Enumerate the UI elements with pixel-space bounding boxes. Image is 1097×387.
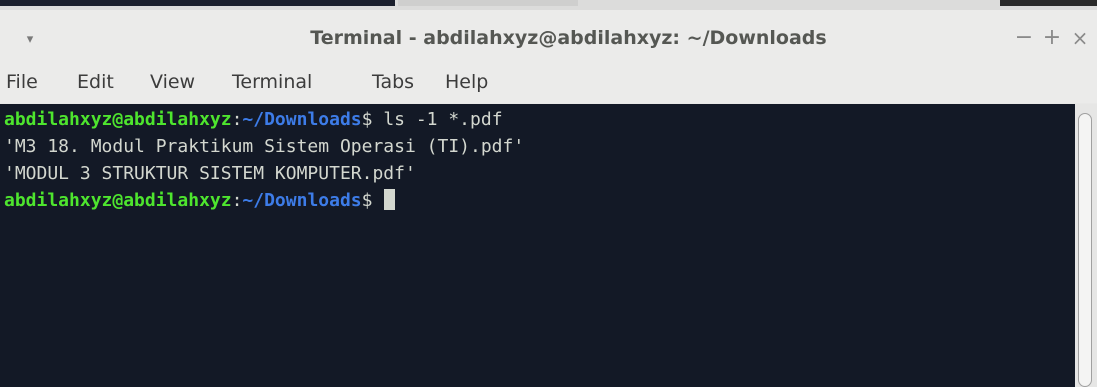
terminal-output-area[interactable]: abdilahxyz@abdilahxyz:~/Downloads$ ls -1… — [0, 104, 1075, 387]
window-title: Terminal - abdilahxyz@abdilahxyz: ~/Down… — [310, 27, 827, 49]
menu-help[interactable]: Help — [445, 71, 488, 93]
menu-edit[interactable]: Edit — [77, 71, 114, 93]
title-bar[interactable]: ▾ Terminal - abdilahxyz@abdilahxyz: ~/Do… — [0, 10, 1097, 65]
output-line: 'M3 18. Modul Praktikum Sistem Operasi (… — [4, 136, 525, 157]
prompt-line: abdilahxyz@abdilahxyz:~/Downloads$ — [4, 187, 1075, 214]
prompt-user: abdilahxyz@abdilahxyz — [4, 190, 232, 211]
minimize-button[interactable]: − — [1012, 24, 1036, 52]
prompt-sign: $ — [361, 109, 373, 130]
prompt-user: abdilahxyz@abdilahxyz — [4, 109, 232, 130]
background-window-edge — [398, 0, 578, 6]
menu-view[interactable]: View — [150, 71, 195, 93]
menu-tabs[interactable]: Tabs — [372, 71, 414, 93]
prompt-path: ~/Downloads — [242, 190, 362, 211]
desktop-background-strip — [0, 0, 1097, 10]
close-button[interactable]: × — [1068, 24, 1092, 52]
menu-terminal[interactable]: Terminal — [232, 71, 312, 93]
prompt-sign: $ — [361, 190, 373, 211]
prompt-line: abdilahxyz@abdilahxyz:~/Downloads$ ls -1… — [4, 106, 1075, 133]
background-window-edge — [0, 0, 395, 6]
prompt-path: ~/Downloads — [242, 109, 362, 130]
command-text — [372, 190, 383, 211]
menu-file[interactable]: File — [6, 71, 38, 93]
text-cursor — [384, 189, 396, 210]
maximize-button[interactable]: + — [1040, 24, 1064, 52]
background-window-edge — [1000, 0, 1097, 6]
terminal-window: ▾ Terminal - abdilahxyz@abdilahxyz: ~/Do… — [0, 0, 1097, 387]
scrollbar-thumb[interactable] — [1078, 113, 1092, 387]
prompt-colon: : — [231, 190, 243, 211]
menu-bar: File Edit View Terminal Tabs Help — [0, 65, 1097, 103]
prompt-colon: : — [231, 109, 243, 130]
command-text: ls -1 *.pdf — [372, 109, 503, 130]
output-line: 'MODUL 3 STRUKTUR SISTEM KOMPUTER.pdf' — [4, 163, 416, 184]
